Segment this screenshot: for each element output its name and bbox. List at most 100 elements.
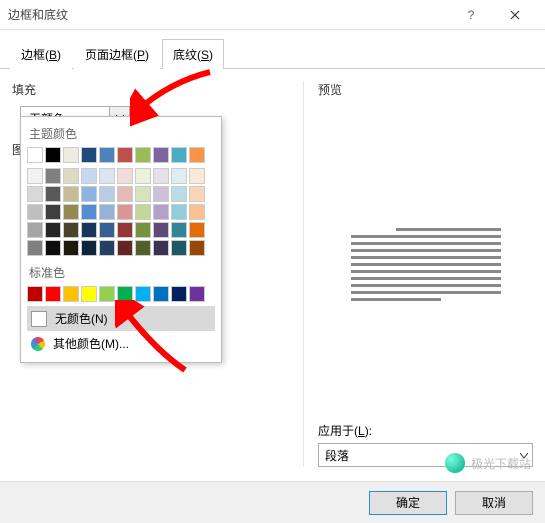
color-swatch[interactable] bbox=[153, 240, 169, 256]
titlebar: 边框和底纹 ? bbox=[0, 0, 545, 30]
more-colors-option[interactable]: 其他颜色(M)... bbox=[27, 331, 215, 356]
color-swatch[interactable] bbox=[99, 204, 115, 220]
color-swatch[interactable] bbox=[171, 186, 187, 202]
color-swatch[interactable] bbox=[117, 204, 133, 220]
color-swatch[interactable] bbox=[63, 168, 79, 184]
right-column: 预览 应用于(L): 段落 bbox=[303, 81, 533, 467]
color-swatch[interactable] bbox=[117, 240, 133, 256]
standard-colors-heading: 标准色 bbox=[27, 262, 215, 286]
color-swatch[interactable] bbox=[135, 168, 151, 184]
color-swatch[interactable] bbox=[153, 147, 169, 163]
color-swatch[interactable] bbox=[99, 186, 115, 202]
dialog-body: 填充 无颜色 图 主题颜色 标准色 无颜色(N) 其他颜色(M)... bbox=[0, 69, 545, 479]
color-swatch[interactable] bbox=[81, 240, 97, 256]
color-swatch[interactable] bbox=[45, 168, 61, 184]
color-swatch[interactable] bbox=[27, 168, 43, 184]
color-swatch[interactable] bbox=[63, 286, 79, 302]
apply-to-value: 段落 bbox=[325, 447, 349, 464]
window-title: 边框和底纹 bbox=[8, 6, 449, 23]
close-button[interactable] bbox=[493, 1, 537, 29]
color-swatch[interactable] bbox=[135, 286, 151, 302]
close-icon bbox=[510, 10, 520, 20]
left-column: 填充 无颜色 图 主题颜色 标准色 无颜色(N) 其他颜色(M)... bbox=[12, 81, 291, 467]
color-swatch[interactable] bbox=[81, 222, 97, 238]
color-swatch[interactable] bbox=[45, 204, 61, 220]
color-swatch[interactable] bbox=[117, 222, 133, 238]
color-swatch[interactable] bbox=[135, 186, 151, 202]
color-swatch[interactable] bbox=[45, 286, 61, 302]
color-swatch[interactable] bbox=[171, 204, 187, 220]
color-swatch[interactable] bbox=[117, 168, 133, 184]
color-swatch[interactable] bbox=[27, 147, 43, 163]
color-swatch[interactable] bbox=[117, 286, 133, 302]
color-swatch[interactable] bbox=[153, 286, 169, 302]
color-swatch[interactable] bbox=[153, 168, 169, 184]
preview-label: 预览 bbox=[318, 81, 533, 98]
color-swatch[interactable] bbox=[99, 147, 115, 163]
color-swatch[interactable] bbox=[135, 147, 151, 163]
color-swatch[interactable] bbox=[171, 147, 187, 163]
color-swatch[interactable] bbox=[189, 147, 205, 163]
color-swatch[interactable] bbox=[27, 186, 43, 202]
dialog-footer: 确定 取消 bbox=[0, 481, 545, 523]
color-swatch[interactable] bbox=[63, 186, 79, 202]
fill-label: 填充 bbox=[12, 81, 291, 98]
color-swatch[interactable] bbox=[63, 204, 79, 220]
color-swatch[interactable] bbox=[99, 222, 115, 238]
cancel-button[interactable]: 取消 bbox=[455, 491, 533, 515]
color-swatch[interactable] bbox=[189, 168, 205, 184]
color-swatch[interactable] bbox=[171, 222, 187, 238]
apply-to-row: 应用于(L): 段落 bbox=[318, 422, 533, 467]
color-swatch[interactable] bbox=[27, 222, 43, 238]
color-swatch[interactable] bbox=[153, 186, 169, 202]
color-swatch[interactable] bbox=[81, 204, 97, 220]
color-swatch[interactable] bbox=[45, 186, 61, 202]
color-swatch[interactable] bbox=[117, 147, 133, 163]
color-swatch[interactable] bbox=[63, 147, 79, 163]
color-swatch[interactable] bbox=[135, 222, 151, 238]
color-swatch[interactable] bbox=[135, 240, 151, 256]
color-swatch[interactable] bbox=[45, 222, 61, 238]
color-swatch[interactable] bbox=[189, 240, 205, 256]
preview-paragraph bbox=[351, 224, 501, 305]
color-swatch[interactable] bbox=[81, 186, 97, 202]
help-button[interactable]: ? bbox=[449, 1, 493, 29]
tab-border[interactable]: 边框(B) bbox=[10, 39, 72, 69]
color-swatch[interactable] bbox=[81, 286, 97, 302]
tab-shading[interactable]: 底纹(S) bbox=[162, 39, 224, 69]
ok-button[interactable]: 确定 bbox=[369, 491, 447, 515]
standard-color-row bbox=[27, 286, 215, 302]
color-swatch[interactable] bbox=[189, 222, 205, 238]
no-color-option[interactable]: 无颜色(N) bbox=[27, 306, 215, 331]
color-swatch[interactable] bbox=[99, 240, 115, 256]
color-swatch[interactable] bbox=[63, 222, 79, 238]
color-swatch[interactable] bbox=[45, 147, 61, 163]
color-swatch[interactable] bbox=[27, 240, 43, 256]
tab-strip: 边框(B) 页面边框(P) 底纹(S) bbox=[0, 30, 545, 69]
chevron-down-icon bbox=[520, 448, 528, 462]
color-swatch[interactable] bbox=[153, 204, 169, 220]
color-swatch[interactable] bbox=[63, 240, 79, 256]
color-swatch[interactable] bbox=[99, 168, 115, 184]
color-swatch[interactable] bbox=[45, 240, 61, 256]
apply-to-select[interactable]: 段落 bbox=[318, 443, 533, 467]
color-swatch[interactable] bbox=[81, 147, 97, 163]
color-swatch[interactable] bbox=[99, 286, 115, 302]
color-swatch[interactable] bbox=[171, 240, 187, 256]
color-swatch[interactable] bbox=[171, 168, 187, 184]
theme-color-grid bbox=[27, 168, 215, 256]
color-palette-popup: 主题颜色 标准色 无颜色(N) 其他颜色(M)... bbox=[20, 116, 222, 363]
color-swatch[interactable] bbox=[153, 222, 169, 238]
color-swatch[interactable] bbox=[171, 286, 187, 302]
tab-page-border[interactable]: 页面边框(P) bbox=[74, 39, 160, 69]
color-swatch[interactable] bbox=[135, 204, 151, 220]
color-swatch[interactable] bbox=[27, 204, 43, 220]
color-swatch[interactable] bbox=[117, 186, 133, 202]
theme-color-row bbox=[27, 147, 215, 163]
color-swatch[interactable] bbox=[27, 286, 43, 302]
color-swatch[interactable] bbox=[189, 286, 205, 302]
color-swatch[interactable] bbox=[81, 168, 97, 184]
color-swatch[interactable] bbox=[189, 204, 205, 220]
preview-area bbox=[318, 106, 533, 422]
color-swatch[interactable] bbox=[189, 186, 205, 202]
